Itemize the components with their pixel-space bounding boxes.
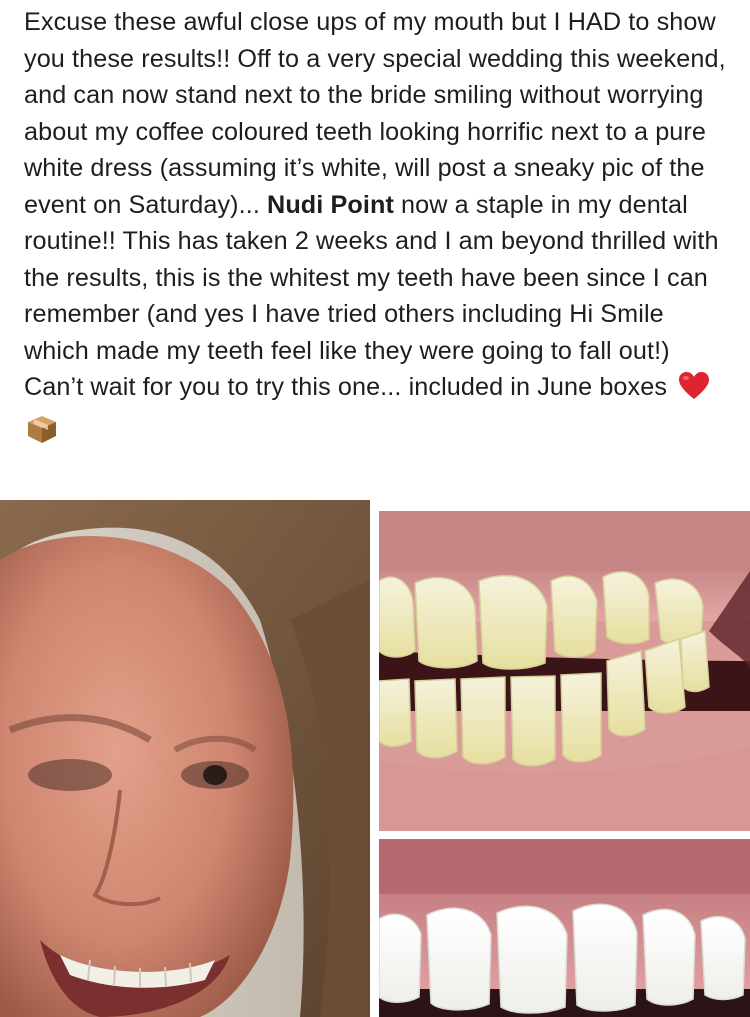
- post-text-intro: Excuse these awful close ups of my mouth…: [24, 8, 726, 219]
- teeth-closeup-top-photo[interactable]: [379, 511, 750, 831]
- red-heart-icon: [678, 371, 710, 412]
- teeth-closeup-bottom-photo[interactable]: [379, 839, 750, 1017]
- post-text-body: now a staple in my dental routine!! This…: [24, 190, 719, 402]
- brand-name: Nudi Point: [267, 190, 394, 219]
- photo-grid[interactable]: [0, 500, 750, 1017]
- selfie-photo[interactable]: [0, 500, 370, 1017]
- post-text: Excuse these awful close ups of my mouth…: [24, 4, 732, 454]
- package-box-icon: [26, 414, 58, 455]
